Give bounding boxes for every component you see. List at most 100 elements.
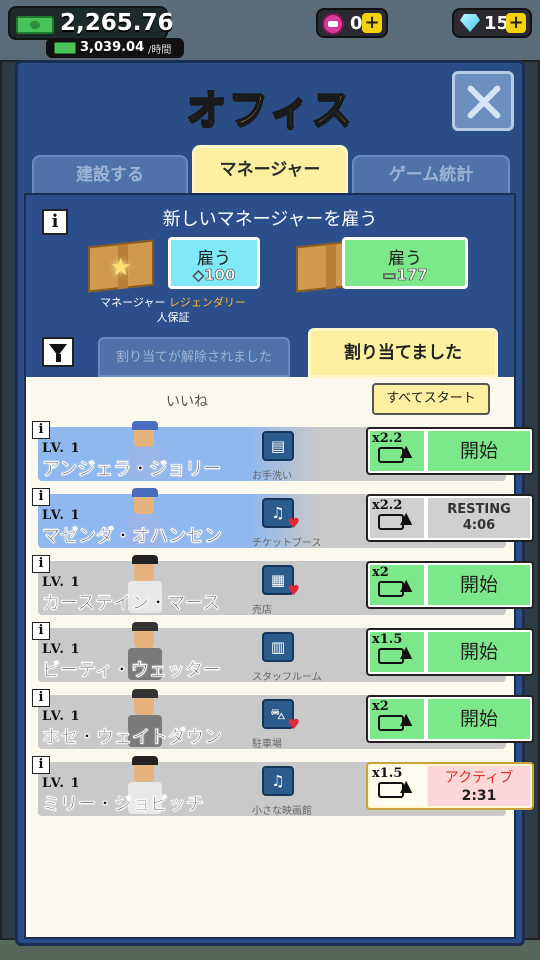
start-button[interactable]: x2.2 ▲ 開始 — [366, 427, 534, 475]
hire-cash-button[interactable]: 雇う ▭177 — [342, 237, 468, 289]
multiplier-value: x2.2 — [372, 431, 403, 446]
likes-label: いいね — [166, 394, 208, 410]
manager-row: i LV. 1 ホセ・ウェイトダウン ⛍ ♥ 駐車場 x2 ▲ 開始 — [32, 689, 534, 750]
cash-icon — [16, 16, 54, 34]
tab-manager[interactable]: マネージャー — [192, 145, 348, 195]
manager-level: LV. 1 — [42, 642, 81, 657]
boost-multiplier: x2 ▲ — [370, 565, 426, 605]
timer-value: 2:31 — [461, 788, 497, 804]
legendary-guarantee: マネージャー レジェンダリー 人保証 — [98, 295, 248, 325]
legendary-crate-icon: ★ — [88, 233, 160, 293]
hire-title: 新しいマネージャーを雇う — [162, 209, 378, 230]
multiplier-value: x2 — [372, 565, 389, 580]
tab-assigned[interactable]: 割り当てました — [308, 328, 498, 378]
tab-unassigned[interactable]: 割り当てが解除されました — [98, 337, 290, 377]
info-icon[interactable]: i — [32, 488, 50, 506]
multiplier-value: x2 — [372, 699, 389, 714]
ticket-value: 0 — [350, 13, 363, 34]
hire-gem-price-row: ◇100 — [171, 266, 257, 285]
facility-symbol: ▤ — [270, 437, 286, 455]
gem-counter[interactable]: 15 + — [452, 8, 532, 38]
panel-header: オフィス — [18, 63, 522, 141]
manager-name: ミリー・ジョビッチ — [42, 794, 204, 815]
manager-name: マゼンダ・オハンセン — [42, 526, 222, 547]
income-rate-value: 3,039.04 — [80, 40, 145, 55]
facility-label: チケットブース — [252, 538, 322, 549]
manager-name: ビーティ・ウェッター — [42, 660, 221, 681]
cash-value: 2,265.76 — [60, 10, 174, 36]
multiplier-value: x1.5 — [372, 632, 403, 647]
start-button[interactable]: x2 ▲ 開始 — [366, 695, 534, 743]
manager-level: LV. 1 — [42, 508, 81, 523]
action-text: 開始 — [459, 708, 498, 730]
filter-icon[interactable] — [42, 337, 74, 367]
info-icon[interactable]: i — [32, 622, 50, 640]
ticket-icon — [322, 13, 344, 35]
guarantee-legendary: レジェンダリー — [168, 296, 246, 309]
start-button[interactable]: x2 ▲ 開始 — [366, 561, 534, 609]
diamond-icon — [460, 14, 480, 32]
start-button[interactable]: x1.5 ▲ 開始 — [366, 628, 534, 676]
hire-cash-price: 177 — [396, 266, 428, 285]
facility-label: 駐車場 — [252, 739, 282, 750]
ticket-counter[interactable]: 0 + — [316, 8, 388, 38]
up-arrow-icon: ▲ — [400, 642, 413, 661]
action-text: 開始 — [459, 641, 498, 663]
status-badge: x1.5 ▲ アクティブ 2:31 — [366, 762, 534, 810]
manager-name: ホセ・ウェイトダウン — [42, 727, 222, 748]
manager-level: LV. 1 — [42, 441, 81, 456]
avatar-hat — [132, 622, 158, 631]
close-button[interactable] — [452, 71, 514, 131]
manager-name: アンジェラ・ジョリー — [42, 459, 222, 480]
add-gems-button[interactable]: + — [506, 13, 526, 33]
heart-icon: ♥ — [287, 717, 300, 733]
headset-icon: ♫ — [262, 766, 294, 796]
action-label: RESTING 4:06 — [428, 498, 530, 538]
info-icon[interactable]: i — [32, 555, 50, 573]
action-label: 開始 — [428, 699, 530, 739]
hire-cash-price-row: ▭177 — [345, 266, 465, 285]
star-icon: ★ — [110, 253, 132, 281]
manager-content: i 新しいマネージャーを雇う ★ 雇う ◇100 雇う ▭177 マネージャー … — [24, 193, 534, 939]
boost-multiplier: x1.5 ▲ — [370, 632, 426, 672]
status-badge: x2.2 ▲ RESTING 4:06 — [366, 494, 534, 542]
hire-gem-price: 100 — [204, 266, 236, 285]
avatar-hat — [132, 421, 158, 430]
register-icon: ▦ ♥ — [262, 565, 300, 599]
panel-title: オフィス — [185, 86, 354, 134]
tab-build[interactable]: 建設する — [32, 155, 188, 195]
info-icon[interactable]: i — [32, 689, 50, 707]
cash-icon — [54, 42, 76, 54]
multiplier-value: x2.2 — [372, 498, 403, 513]
hire-gem-button[interactable]: 雇う ◇100 — [168, 237, 260, 289]
info-icon[interactable]: i — [32, 421, 50, 439]
heart-icon: ♥ — [287, 516, 300, 532]
facility-label: 売店 — [252, 605, 272, 616]
locker-icon: ▥ — [262, 632, 294, 662]
action-text: 開始 — [459, 440, 498, 462]
action-text: アクティブ — [444, 770, 514, 786]
action-label: 開始 — [428, 632, 530, 672]
manager-row: i LV. 1 カーステイン・マース ▦ ♥ 売店 x2 ▲ 開始 — [32, 555, 534, 616]
income-rate-unit: /時間 — [148, 45, 172, 56]
panel-tabs: 建設する マネージャー ゲーム統計 — [30, 145, 510, 195]
up-arrow-icon: ▲ — [400, 508, 413, 527]
add-tickets-button[interactable]: + — [362, 13, 382, 33]
income-rate: 3,039.04 /時間 — [46, 38, 184, 58]
manager-row: i LV. 1 マゼンダ・オハンセン ♫ ♥ チケットブース x2.2 ▲ RESTING 4:0… — [32, 488, 534, 549]
start-all-button[interactable]: すべてスタート — [372, 383, 490, 415]
cash-counter: 2,265.76 — [8, 6, 174, 40]
manager-name: カーステイン・マース — [42, 593, 221, 614]
headset-icon: ♫ ♥ — [262, 498, 300, 532]
manager-row: i LV. 1 ビーティ・ウェッター ▥ スタッフルーム x1.5 ▲ 開始 — [32, 622, 534, 683]
list-header: いいね すべてスタート — [26, 379, 514, 421]
boost-multiplier: x2.2 ▲ — [370, 431, 426, 471]
info-icon[interactable]: i — [32, 756, 50, 774]
guarantee-suffix: 人保証 — [156, 311, 190, 324]
manager-row: i LV. 1 ミリー・ジョビッチ ♫ 小さな映画館 x1.5 ▲ アクティブ 2:31 — [32, 756, 534, 817]
tab-game-stats[interactable]: ゲーム統計 — [352, 155, 510, 195]
film-icon: ▤ — [262, 431, 294, 461]
boost-multiplier: x1.5 ▲ — [370, 766, 426, 806]
timer-value: 4:06 — [462, 518, 496, 533]
action-label: アクティブ 2:31 — [428, 766, 530, 806]
